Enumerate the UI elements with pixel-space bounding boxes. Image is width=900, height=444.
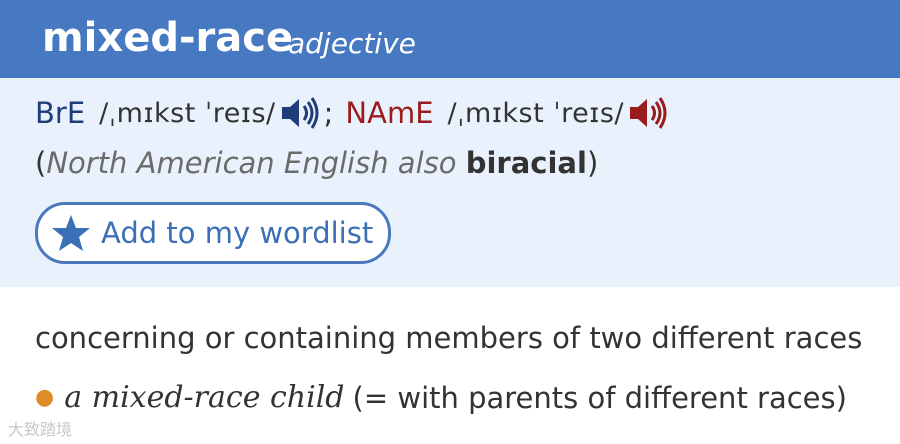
name-label: NAmE	[345, 96, 434, 130]
add-to-wordlist-button[interactable]: Add to my wordlist	[35, 202, 391, 264]
pronunciation-separator: ;	[323, 96, 334, 130]
bre-ipa: /ˌmɪkst ˈreɪs/	[99, 97, 276, 129]
bre-speaker-icon[interactable]	[280, 95, 322, 131]
add-to-wordlist-label: Add to my wordlist	[101, 216, 374, 250]
example-gloss: (= with parents of different races)	[352, 381, 847, 415]
entry-header: mixed-race adjective	[0, 0, 900, 78]
example-phrase: a mixed‑race child	[64, 380, 345, 415]
part-of-speech: adjective	[288, 27, 416, 60]
bullet-icon: ●	[35, 385, 55, 410]
example-sentence: ● a mixed‑race child (= with parents of …	[35, 376, 847, 420]
variant-word[interactable]: biracial	[466, 146, 587, 180]
sense-definition: concerning or containing members of two …	[35, 321, 863, 355]
watermark: 大致踏境	[8, 420, 73, 439]
variant-note: (North American English also biracial)	[35, 141, 598, 185]
name-ipa: /ˌmɪkst ˈreɪs/	[447, 97, 624, 129]
variant-region: North American English also	[46, 146, 457, 180]
dictionary-entry-page: mixed-race adjective BrE /ˌmɪkst ˈreɪs/ …	[0, 0, 900, 444]
star-icon	[51, 213, 91, 253]
name-speaker-icon[interactable]	[628, 95, 670, 131]
pronunciation-row: BrE /ˌmɪkst ˈreɪs/ ; NAmE /ˌmɪkst ˈreɪs/	[35, 91, 670, 135]
bre-label: BrE	[35, 96, 86, 130]
variant-close-paren: )	[586, 146, 599, 180]
variant-open-paren: (	[35, 146, 47, 180]
headword: mixed-race	[42, 15, 294, 61]
